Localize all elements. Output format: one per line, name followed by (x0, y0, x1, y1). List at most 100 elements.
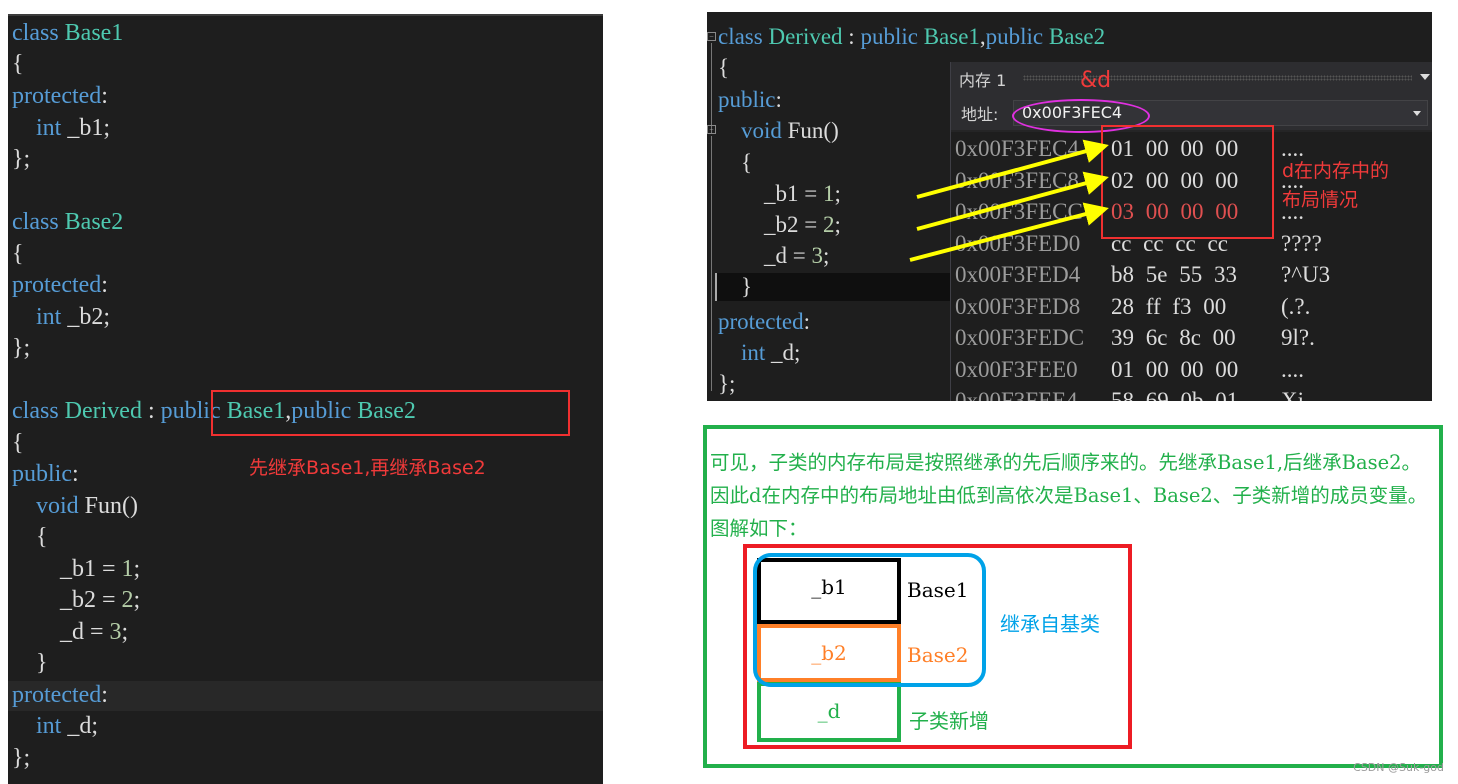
memory-bytes[interactable]: 28 ff f3 00 (1111, 291, 1226, 322)
memory-window-header[interactable]: 内存 1 (951, 62, 1432, 94)
colon: : (72, 461, 79, 487)
brace: { (12, 430, 24, 456)
type: int (36, 304, 62, 330)
type: int (741, 340, 766, 365)
explanation-box: 可见，子类的内存布局是按照继承的先后顺序来的。先继承Base1,后继承Base2… (703, 425, 1443, 768)
chevron-down-icon[interactable] (1413, 111, 1421, 116)
code-line: _b1 = 1; (12, 554, 140, 585)
colon: : (101, 272, 108, 298)
code-line: { (12, 428, 24, 459)
number-literal: 3 (811, 243, 823, 268)
memory-bytes[interactable]: 01 00 00 00 (1111, 354, 1238, 385)
collapse-icon[interactable]: − (707, 32, 716, 41)
memory-address: 0x00F3FEE4 (955, 388, 1078, 401)
function-name: Fun() (84, 493, 139, 519)
type: int (36, 115, 62, 141)
label-inherited: 继承自基类 (1000, 612, 1100, 636)
colon: : (147, 398, 155, 424)
assignment: _d = (764, 243, 812, 268)
window-menu-arrow-icon[interactable] (1420, 74, 1430, 80)
code-line: { (12, 522, 48, 553)
memory-layout-annotation: d在内存中的 布局情况 (1282, 160, 1390, 211)
code-line: int _d; (718, 337, 800, 368)
code-line: { (718, 147, 752, 178)
access-specifier: protected (718, 309, 804, 334)
semicolon: ; (834, 181, 841, 206)
code-line: _b2 = 2; (12, 585, 140, 616)
brace: } (36, 650, 48, 676)
number-literal: 2 (121, 587, 134, 613)
keyword-void: void (741, 118, 782, 143)
code-line: }; (718, 368, 735, 399)
semicolon: ; (822, 243, 830, 268)
code-line: protected: (718, 306, 810, 337)
keyword-class: class (12, 209, 59, 235)
code-line: public: (12, 459, 79, 490)
inheritance-highlight-box (211, 390, 570, 436)
semicolon: ; (133, 556, 141, 582)
memory-window-title: 内存 1 (959, 71, 1007, 90)
memory-address: 0x00F3FED8 (955, 293, 1081, 319)
member: _b2; (67, 304, 111, 330)
memory-ascii: 9l?. (1281, 325, 1315, 350)
assignment: _d = (60, 619, 110, 645)
class-name: Base1 (64, 20, 124, 46)
code-line: _d = 3; (12, 617, 128, 648)
code-line: _d = 3; (718, 240, 829, 271)
memory-address: 0x00F3FEE0 (955, 356, 1078, 382)
code-line: }; (12, 743, 30, 774)
brace: { (36, 524, 48, 550)
brace: { (718, 55, 730, 80)
inheritance-order-annotation: 先继承Base1,再继承Base2 (249, 457, 486, 479)
code-line: void Fun() (718, 115, 839, 146)
keyword-public: public (860, 24, 918, 49)
code-line: int _b2; (12, 302, 110, 333)
code-line: }; (12, 144, 30, 175)
keyword-public: public (985, 24, 1044, 49)
keyword-void: void (36, 493, 79, 519)
access-specifier: protected (12, 272, 102, 298)
brace: }; (12, 146, 31, 172)
memory-address: 0x00F3FED4 (955, 262, 1081, 287)
semicolon: ; (133, 587, 141, 613)
memory-address: 0x00F3FEDC (955, 325, 1085, 350)
brace: }; (12, 745, 31, 771)
memory-bytes[interactable]: 39 6c 8c 00 (1111, 322, 1236, 353)
keyword-class: class (12, 20, 59, 46)
code-line: protected: (12, 81, 108, 112)
access-specifier: protected (12, 83, 102, 109)
memory-ascii: .... (1281, 356, 1304, 382)
number-literal: 2 (822, 212, 835, 237)
class-name: Base2 (64, 209, 124, 235)
access-specifier: public (718, 87, 776, 112)
code-line: class Derived : public Base1,public Base… (718, 21, 1105, 52)
code-line: { (718, 52, 729, 83)
cell-d: _d (757, 682, 901, 742)
member: _d; (771, 340, 801, 365)
memory-layout-diagram: _d _b2 _b1 Base1 Base2 继承自基类 子类新增 (743, 544, 1132, 749)
semicolon: ; (834, 212, 841, 237)
code-line: } (718, 271, 752, 302)
memory-bytes[interactable]: b8 5e 55 33 (1111, 259, 1237, 290)
memory-ascii: ???? (1281, 230, 1322, 256)
memory-ascii: Xi.. (1281, 388, 1316, 401)
code-line: protected: (12, 270, 108, 301)
member: _b1; (67, 115, 111, 141)
number-literal: 1 (121, 556, 134, 582)
function-name: Fun() (787, 118, 839, 143)
colon: : (101, 682, 108, 708)
brace: { (12, 51, 24, 77)
memory-ascii: (.?. (1281, 293, 1311, 319)
code-line: _b2 = 2; (718, 209, 841, 240)
address-of-d-annotation: &d (1080, 68, 1112, 93)
code-line: class Base2 (12, 207, 123, 238)
brace: { (12, 241, 24, 267)
label-new-members: 子类新增 (909, 709, 989, 733)
brace: }; (12, 335, 31, 361)
brace: }; (718, 371, 736, 396)
code-line: _b1 = 1; (718, 178, 841, 209)
code-line: void Fun() (12, 491, 138, 522)
colon: : (848, 24, 855, 49)
memory-bytes[interactable]: 58 69 0b 01 (1111, 385, 1238, 401)
collapse-icon[interactable]: − (707, 125, 716, 134)
